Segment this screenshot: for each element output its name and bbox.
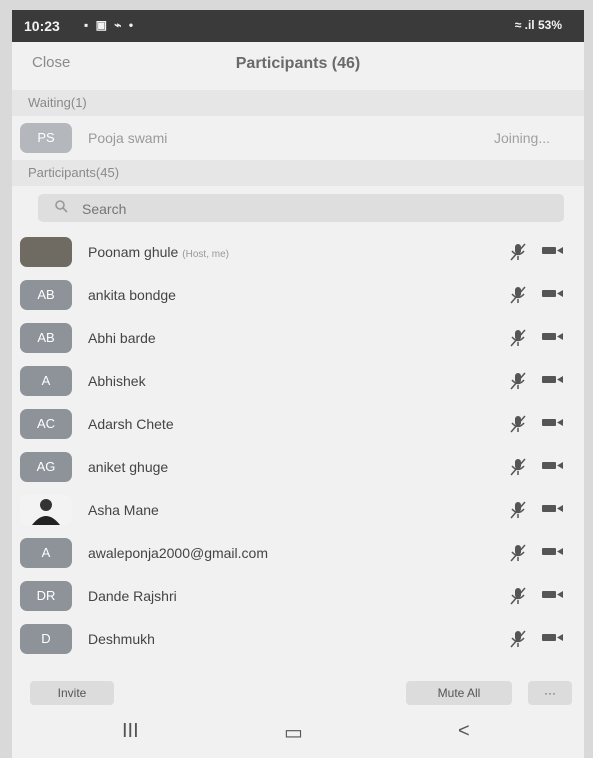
participant-name-text: Adarsh Chete <box>88 416 174 432</box>
participant-row[interactable]: AG aniket ghuge <box>12 445 584 488</box>
video-off-icon[interactable] <box>542 332 564 341</box>
mute-all-button[interactable]: Mute All <box>406 681 512 705</box>
status-right: ≈ .il 53% <box>514 18 562 32</box>
participant-name: awaleponja2000@gmail.com <box>88 545 268 561</box>
avatar: AB <box>20 280 72 310</box>
avatar: DR <box>20 581 72 611</box>
participant-name-text: aniket ghuge <box>88 459 169 475</box>
mic-muted-icon[interactable] <box>509 242 527 262</box>
participant-name: ankita bondge <box>88 287 176 303</box>
video-off-icon[interactable] <box>542 633 564 642</box>
header: Close Participants (46) <box>12 42 584 86</box>
participant-name: Asha Mane <box>88 502 159 518</box>
video-off-icon[interactable] <box>542 590 564 599</box>
avatar: PS <box>20 123 72 153</box>
participant-row[interactable]: Poonam ghule (Host, me) <box>12 230 584 273</box>
participants-label: Participants(45) <box>28 165 120 180</box>
participant-name-text: Dande Rajshri <box>88 588 177 604</box>
waiting-participant-row[interactable]: PS Pooja swami Joining... <box>12 116 584 160</box>
participant-name-text: Abhi barde <box>88 330 156 346</box>
status-bar: 10:23 ▪ ▣ ⌁ • ≈ .il 53% <box>12 10 584 42</box>
avatar: AG <box>20 452 72 482</box>
back-button[interactable]: < <box>458 720 470 743</box>
mic-muted-icon[interactable] <box>509 457 527 477</box>
video-off-icon[interactable] <box>542 504 564 513</box>
participant-name-text: Poonam ghule <box>88 244 179 260</box>
mic-muted-icon[interactable] <box>509 500 527 520</box>
recents-button[interactable]: III <box>122 720 139 743</box>
avatar: A <box>20 366 72 396</box>
participant-row[interactable]: AC Adarsh Chete <box>12 402 584 445</box>
participant-list: Poonam ghule (Host, me) AB ankita bondge AB A… <box>12 230 584 660</box>
avatar <box>20 495 72 525</box>
avatar: AB <box>20 323 72 353</box>
avatar <box>20 237 72 267</box>
bottom-bar: Invite Mute All ··· <box>12 676 584 710</box>
participant-name: Deshmukh <box>88 631 155 647</box>
participant-name-text: Asha Mane <box>88 502 159 518</box>
participant-name: Dande Rajshri <box>88 588 177 604</box>
waiting-label: Waiting(1) <box>28 95 87 110</box>
participant-row[interactable]: AB ankita bondge <box>12 273 584 316</box>
joining-status: Joining... <box>493 130 550 146</box>
page-title: Participants (46) <box>235 55 361 72</box>
avatar: AC <box>20 409 72 439</box>
participant-tag: (Host, me) <box>182 249 229 260</box>
participant-row[interactable]: A Abhishek <box>12 359 584 402</box>
system-nav-bar: III ▭ < <box>12 710 584 758</box>
participant-name-text: ankita bondge <box>88 287 176 303</box>
waiting-section-header: Waiting(1) <box>12 90 584 116</box>
avatar: D <box>20 624 72 654</box>
mic-muted-icon[interactable] <box>509 371 527 391</box>
mic-muted-icon[interactable] <box>509 414 527 434</box>
participant-row[interactable]: DR Dande Rajshri <box>12 574 584 617</box>
search-icon <box>55 200 68 213</box>
participant-name-text: awaleponja2000@gmail.com <box>88 545 268 561</box>
video-off-icon[interactable] <box>542 246 564 255</box>
home-button[interactable]: ▭ <box>284 720 303 745</box>
video-off-icon[interactable] <box>542 461 564 470</box>
participant-name-text: Deshmukh <box>88 631 155 647</box>
mic-muted-icon[interactable] <box>509 328 527 348</box>
video-off-icon[interactable] <box>542 418 564 427</box>
mic-muted-icon[interactable] <box>509 629 527 649</box>
participant-name: Pooja swami <box>88 130 168 146</box>
video-off-icon[interactable] <box>542 375 564 384</box>
mic-muted-icon[interactable] <box>509 543 527 563</box>
participant-name-text: Abhishek <box>88 373 146 389</box>
participant-row[interactable]: Aawaleponja2000@gmail.com <box>12 531 584 574</box>
status-time: 10:23 <box>24 18 60 34</box>
video-off-icon[interactable] <box>542 289 564 298</box>
person-photo-icon <box>32 499 60 525</box>
search-bar[interactable] <box>38 194 564 222</box>
participant-name: Poonam ghule (Host, me) <box>88 244 229 260</box>
participant-name: Abhishek <box>88 373 146 389</box>
participant-row[interactable]: D Deshmukh <box>12 617 584 660</box>
participant-row[interactable]: Asha Mane <box>12 488 584 531</box>
video-off-icon[interactable] <box>542 547 564 556</box>
invite-button[interactable]: Invite <box>30 681 114 705</box>
mic-muted-icon[interactable] <box>509 586 527 606</box>
search-input[interactable] <box>80 198 544 220</box>
participant-row[interactable]: AB Abhi barde <box>12 316 584 359</box>
more-options-button[interactable]: ··· <box>528 681 572 705</box>
participants-screen: 10:23 ▪ ▣ ⌁ • ≈ .il 53% Close Participan… <box>12 10 584 758</box>
mic-muted-icon[interactable] <box>509 285 527 305</box>
participant-name: Adarsh Chete <box>88 416 174 432</box>
participant-name: aniket ghuge <box>88 459 168 475</box>
notification-icons: ▪ ▣ ⌁ • <box>84 18 136 32</box>
participant-name: Abhi barde <box>88 330 156 346</box>
avatar: A <box>20 538 72 568</box>
participants-section-header: Participants(45) <box>12 160 584 186</box>
